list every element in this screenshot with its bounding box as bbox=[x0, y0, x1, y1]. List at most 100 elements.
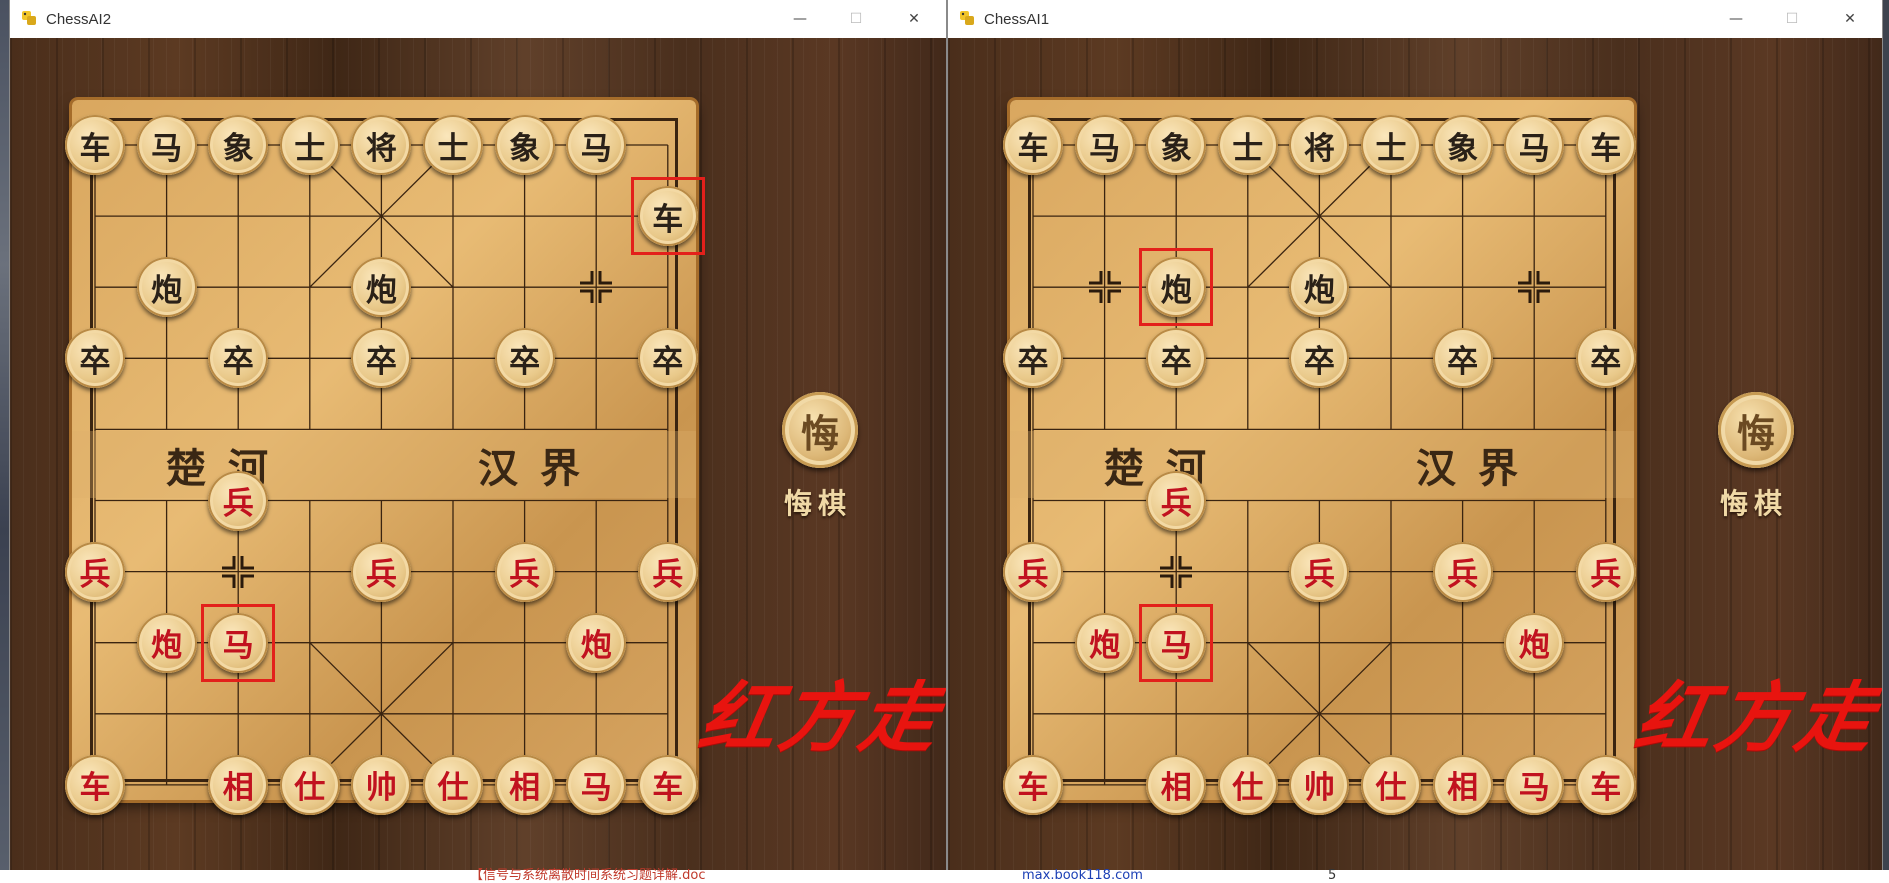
background-taskbar-strip bbox=[0, 870, 1889, 883]
red-piece[interactable]: 兵 bbox=[494, 541, 555, 602]
black-piece[interactable]: 卒 bbox=[1432, 328, 1493, 389]
chess-board[interactable]: 楚河 汉界 车马象士将士象马车炮炮卒卒卒卒卒兵兵兵兵兵炮马炮车相仕帅仕相马车 bbox=[1003, 100, 1636, 815]
black-piece[interactable]: 象 bbox=[1432, 115, 1493, 175]
red-piece[interactable]: 炮 bbox=[136, 612, 197, 673]
red-piece[interactable]: 兵 bbox=[1289, 541, 1350, 602]
red-piece[interactable]: 仕 bbox=[279, 754, 340, 815]
red-piece[interactable]: 兵 bbox=[208, 470, 269, 531]
black-piece[interactable]: 车 bbox=[65, 115, 125, 175]
maximize-button[interactable]: ☐ bbox=[828, 0, 884, 38]
red-piece[interactable]: 仕 bbox=[1361, 754, 1421, 815]
black-piece[interactable]: 将 bbox=[351, 115, 412, 175]
black-piece[interactable]: 将 bbox=[1289, 115, 1350, 175]
black-piece[interactable]: 炮 bbox=[1289, 257, 1350, 318]
desktop-background-left bbox=[0, 0, 10, 883]
red-piece[interactable]: 炮 bbox=[1074, 612, 1135, 673]
move-hint-marker[interactable] bbox=[1158, 554, 1194, 590]
river: 楚河 汉界 bbox=[72, 431, 696, 499]
black-piece[interactable]: 象 bbox=[1146, 115, 1207, 175]
minimize-button[interactable]: — bbox=[1708, 0, 1764, 38]
title-bar[interactable]: ChessAI1 — ☐ ✕ bbox=[948, 0, 1882, 38]
black-piece[interactable]: 象 bbox=[494, 115, 555, 175]
black-piece[interactable]: 车 bbox=[1003, 115, 1063, 175]
selection-highlight bbox=[1139, 248, 1214, 327]
red-piece[interactable]: 兵 bbox=[351, 541, 412, 602]
black-piece[interactable]: 士 bbox=[1361, 115, 1421, 175]
red-piece[interactable]: 相 bbox=[208, 754, 269, 815]
selection-highlight bbox=[630, 177, 705, 256]
red-piece[interactable]: 炮 bbox=[1504, 612, 1565, 673]
background-document-link[interactable]: 【信号与系统离散时间系统习题详解.doc bbox=[470, 869, 706, 883]
red-piece[interactable]: 仕 bbox=[1217, 754, 1278, 815]
black-piece[interactable]: 士 bbox=[423, 115, 483, 175]
chess-window-ai1: ChessAI1 — ☐ ✕ 楚河 汉界 车马象士将士象马车炮炮卒卒卒卒卒兵兵兵… bbox=[948, 0, 1882, 870]
river-right-label: 汉界 bbox=[478, 444, 602, 492]
river: 楚河 汉界 bbox=[1010, 431, 1634, 499]
black-piece[interactable]: 士 bbox=[279, 115, 340, 175]
turn-indicator: 红方走 bbox=[1629, 673, 1882, 762]
chess-board[interactable]: 楚河 汉界 车马象士将士象马车炮炮卒卒卒卒卒兵兵兵兵兵炮马炮车相仕帅仕相马车 bbox=[65, 100, 705, 815]
regret-label[interactable]: 悔棋 bbox=[784, 482, 852, 522]
red-piece[interactable]: 车 bbox=[1575, 754, 1636, 815]
close-button[interactable]: ✕ bbox=[1822, 0, 1878, 38]
move-hint-marker[interactable] bbox=[1087, 269, 1123, 305]
maximize-button[interactable]: ☐ bbox=[1764, 0, 1820, 38]
selection-highlight bbox=[201, 603, 276, 682]
red-piece[interactable]: 相 bbox=[1432, 754, 1493, 815]
close-button[interactable]: ✕ bbox=[886, 0, 942, 38]
red-piece[interactable]: 帅 bbox=[351, 754, 412, 815]
black-piece[interactable]: 士 bbox=[1217, 115, 1278, 175]
red-piece[interactable]: 车 bbox=[1003, 754, 1063, 815]
red-piece[interactable]: 相 bbox=[494, 754, 555, 815]
game-canvas[interactable]: 楚河 汉界 车马象士将士象马车炮炮卒卒卒卒卒兵兵兵兵兵炮马炮车相仕帅仕相马车 悔… bbox=[948, 38, 1882, 870]
black-piece[interactable]: 炮 bbox=[136, 257, 197, 318]
turn-indicator: 红方走 bbox=[693, 673, 946, 762]
red-piece[interactable]: 兵 bbox=[1146, 470, 1207, 531]
move-hint-marker[interactable] bbox=[220, 554, 256, 590]
red-piece[interactable]: 马 bbox=[566, 754, 627, 815]
black-piece[interactable]: 炮 bbox=[351, 257, 412, 318]
river-right-label: 汉界 bbox=[1416, 444, 1540, 492]
background-url-text[interactable]: max.book118.com bbox=[1022, 869, 1143, 883]
red-piece[interactable]: 仕 bbox=[423, 754, 483, 815]
window-title: ChessAI1 bbox=[984, 11, 1050, 28]
selection-highlight bbox=[1139, 603, 1214, 682]
black-piece[interactable]: 马 bbox=[1074, 115, 1135, 175]
red-piece[interactable]: 兵 bbox=[637, 541, 698, 602]
python-snake-icon bbox=[960, 11, 974, 25]
black-piece[interactable]: 卒 bbox=[637, 328, 698, 389]
red-piece[interactable]: 炮 bbox=[566, 612, 627, 673]
game-canvas[interactable]: 楚河 汉界 车马象士将士象马车炮炮卒卒卒卒卒兵兵兵兵兵炮马炮车相仕帅仕相马车 悔… bbox=[10, 38, 946, 870]
red-piece[interactable]: 帅 bbox=[1289, 754, 1350, 815]
red-piece[interactable]: 兵 bbox=[65, 541, 125, 602]
black-piece[interactable]: 马 bbox=[566, 115, 627, 175]
move-hint-marker[interactable] bbox=[1516, 269, 1552, 305]
move-hint-marker[interactable] bbox=[578, 269, 614, 305]
red-piece[interactable]: 兵 bbox=[1575, 541, 1636, 602]
black-piece[interactable]: 象 bbox=[208, 115, 269, 175]
black-piece[interactable]: 卒 bbox=[1146, 328, 1207, 389]
black-piece[interactable]: 卒 bbox=[1289, 328, 1350, 389]
red-piece[interactable]: 兵 bbox=[1432, 541, 1493, 602]
black-piece[interactable]: 卒 bbox=[208, 328, 269, 389]
red-piece[interactable]: 车 bbox=[65, 754, 125, 815]
red-piece[interactable]: 马 bbox=[1504, 754, 1565, 815]
red-piece[interactable]: 相 bbox=[1146, 754, 1207, 815]
regret-button[interactable]: 悔 bbox=[1718, 392, 1794, 468]
minimize-button[interactable]: — bbox=[772, 0, 828, 38]
black-piece[interactable]: 卒 bbox=[65, 328, 125, 389]
red-piece[interactable]: 车 bbox=[637, 754, 698, 815]
desktop-background-right bbox=[1882, 0, 1889, 883]
black-piece[interactable]: 车 bbox=[1575, 115, 1636, 175]
window-title: ChessAI2 bbox=[46, 11, 112, 28]
black-piece[interactable]: 马 bbox=[136, 115, 197, 175]
black-piece[interactable]: 卒 bbox=[351, 328, 412, 389]
regret-button[interactable]: 悔 bbox=[782, 392, 858, 468]
black-piece[interactable]: 卒 bbox=[494, 328, 555, 389]
title-bar[interactable]: ChessAI2 — ☐ ✕ bbox=[10, 0, 946, 38]
black-piece[interactable]: 卒 bbox=[1575, 328, 1636, 389]
black-piece[interactable]: 卒 bbox=[1003, 328, 1063, 389]
regret-label[interactable]: 悔棋 bbox=[1720, 482, 1788, 522]
red-piece[interactable]: 兵 bbox=[1003, 541, 1063, 602]
black-piece[interactable]: 马 bbox=[1504, 115, 1565, 175]
